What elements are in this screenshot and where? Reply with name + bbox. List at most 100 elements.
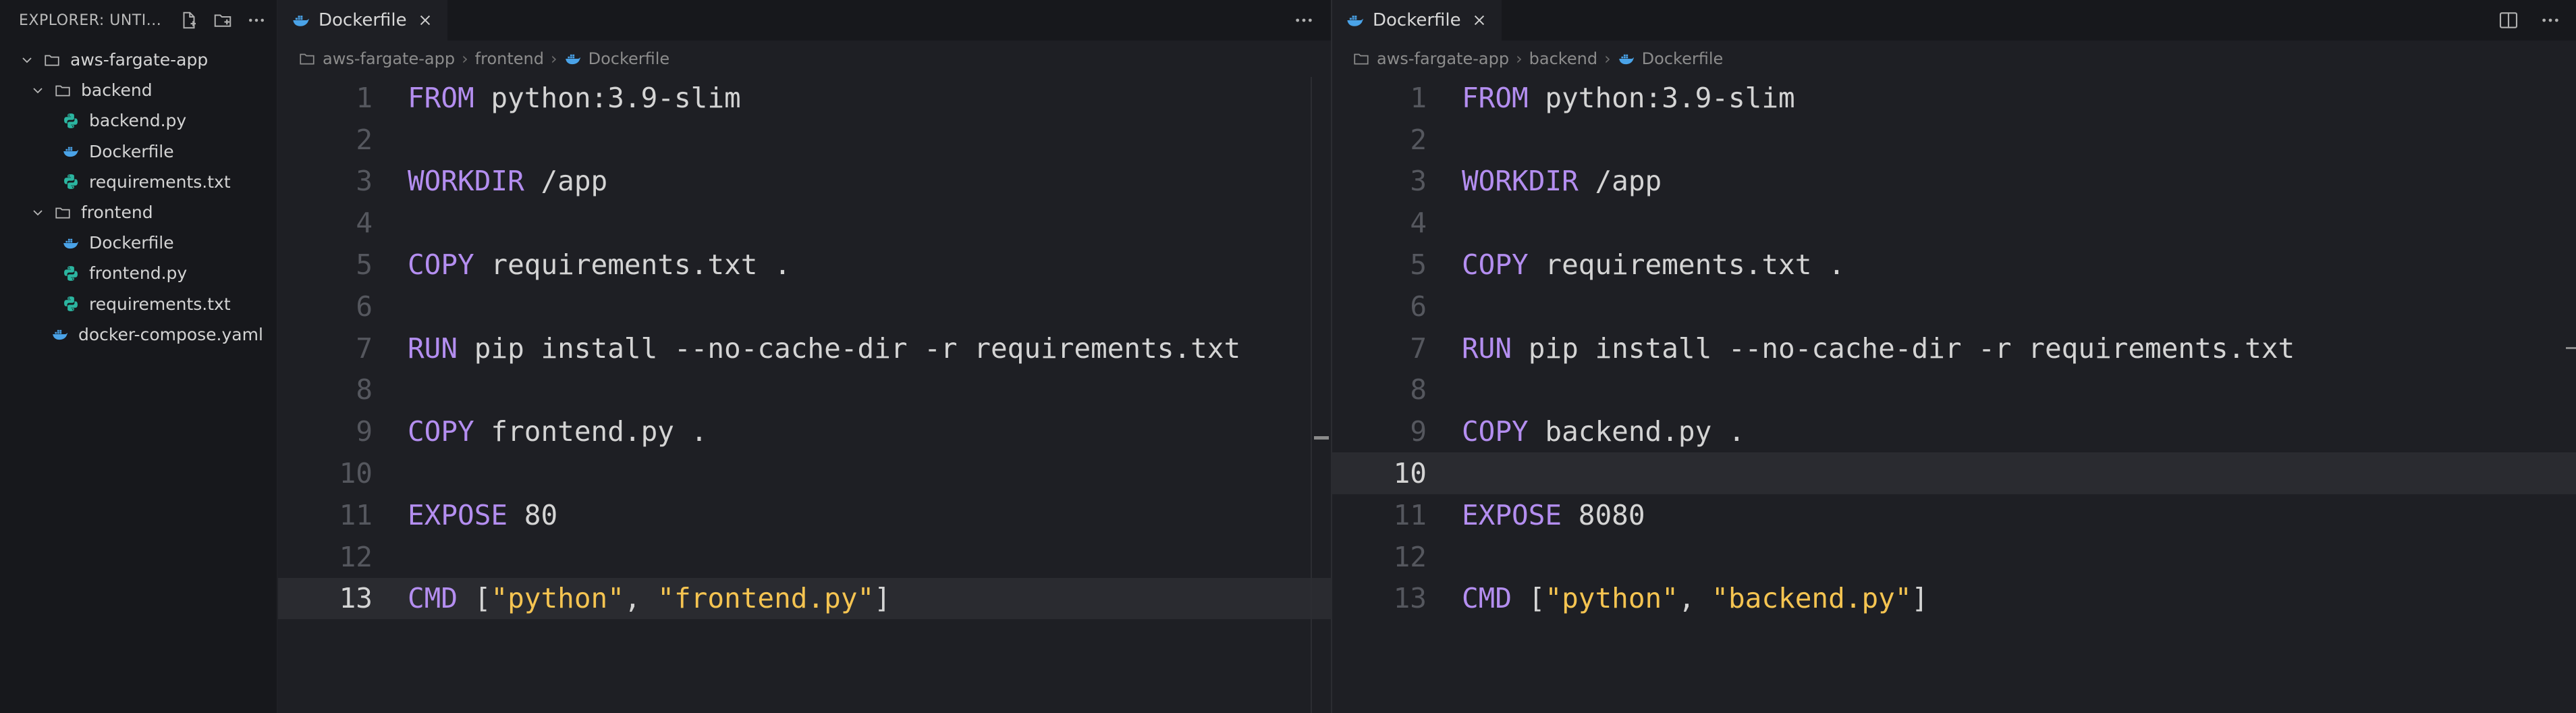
code-line[interactable]: 10 bbox=[1332, 452, 2576, 494]
tab-bar: Dockerfile bbox=[278, 0, 1331, 41]
tree-folder[interactable]: frontend bbox=[30, 197, 153, 228]
line-number: 13 bbox=[1393, 582, 1427, 615]
breadcrumb-item[interactable]: aws-fargate-app bbox=[323, 49, 455, 68]
line-number: 10 bbox=[1393, 457, 1427, 490]
code-token: requirements.txt . bbox=[1528, 248, 1845, 282]
code-editor[interactable]: 1 FROM python:3.9-slim 2 3 WORKDIR /app 4 5 COP… bbox=[278, 77, 1331, 620]
code-line[interactable]: 2 bbox=[1332, 119, 2576, 161]
code-line[interactable]: 1 FROM python:3.9-slim bbox=[278, 77, 1331, 119]
code-text: COPY backend.py . bbox=[1462, 415, 1745, 448]
new-folder-icon[interactable] bbox=[213, 10, 233, 30]
code-line[interactable]: 12 bbox=[1332, 536, 2576, 578]
code-line[interactable]: 10 bbox=[278, 452, 1331, 494]
tree-file[interactable]: backend.py bbox=[62, 105, 186, 136]
editor-group-right: Dockerfile aws-fargate-app › backend › D… bbox=[1331, 0, 2576, 713]
tree-item-label: frontend bbox=[81, 203, 153, 222]
code-line[interactable]: 8 bbox=[1332, 369, 2576, 411]
line-number: 5 bbox=[356, 248, 373, 282]
tree-item-label: docker-compose.yaml bbox=[78, 324, 263, 344]
code-line[interactable]: 8 bbox=[278, 369, 1331, 411]
breadcrumb-item[interactable]: Dockerfile bbox=[588, 49, 670, 68]
python-icon bbox=[62, 265, 80, 282]
code-line[interactable]: 6 bbox=[278, 286, 1331, 327]
line-number: 2 bbox=[356, 123, 373, 156]
chevron-right-icon: › bbox=[1604, 49, 1611, 68]
string-literal: "python" bbox=[491, 582, 624, 615]
chevron-down-icon[interactable] bbox=[30, 82, 46, 99]
chevron-down-icon[interactable] bbox=[19, 52, 35, 68]
tree-file[interactable]: frontend.py bbox=[62, 258, 187, 288]
tree-file[interactable]: Dockerfile bbox=[62, 136, 174, 167]
vertical-scrollbar[interactable] bbox=[1311, 77, 1312, 713]
code-line[interactable]: 13 CMD ["python", "frontend.py"] bbox=[278, 577, 1331, 620]
close-icon[interactable] bbox=[418, 13, 433, 28]
breadcrumb-item[interactable]: backend bbox=[1529, 49, 1597, 68]
code-token: [ bbox=[1512, 582, 1545, 615]
chevron-right-icon: › bbox=[550, 49, 557, 68]
tab-dockerfile-frontend[interactable]: Dockerfile bbox=[278, 0, 447, 41]
more-icon[interactable] bbox=[246, 10, 267, 30]
code-text: CMD ["python", "backend.py"] bbox=[1462, 582, 1928, 614]
code-token: backend.py . bbox=[1528, 415, 1745, 448]
tab-label: Dockerfile bbox=[319, 10, 407, 30]
tree-folder[interactable]: aws-fargate-app bbox=[19, 45, 208, 75]
code-token: ] bbox=[1911, 582, 1929, 615]
docker-icon bbox=[564, 50, 582, 68]
docker-icon bbox=[1346, 11, 1365, 30]
code-line[interactable]: 11 EXPOSE 8080 bbox=[1332, 494, 2576, 536]
more-icon[interactable] bbox=[2540, 9, 2561, 31]
tree-item-label: backend bbox=[81, 80, 153, 101]
tab-dockerfile-backend[interactable]: Dockerfile bbox=[1332, 0, 1502, 41]
code-token: frontend.py . bbox=[474, 415, 708, 448]
code-line[interactable]: 1 FROM python:3.9-slim bbox=[1332, 77, 2576, 119]
code-line[interactable]: 3 WORKDIR /app bbox=[1332, 161, 2576, 203]
chevron-down-icon[interactable] bbox=[30, 205, 46, 221]
code-line[interactable]: 2 bbox=[278, 119, 1331, 161]
code-line[interactable]: 5 COPY requirements.txt . bbox=[1332, 244, 2576, 286]
line-number: 2 bbox=[1410, 123, 1427, 156]
breadcrumb-item[interactable]: aws-fargate-app bbox=[1377, 49, 1509, 68]
code-line[interactable]: 7 RUN pip install --no-cache-dir -r requi… bbox=[278, 327, 1331, 369]
dockerfile-keyword: RUN bbox=[408, 332, 458, 365]
code-line[interactable]: 9 COPY frontend.py . bbox=[278, 411, 1331, 452]
line-number: 7 bbox=[356, 332, 373, 365]
code-editor[interactable]: 1 FROM python:3.9-slim 2 3 WORKDIR /app 4 5 COP… bbox=[1332, 77, 2576, 619]
code-line[interactable]: 12 bbox=[278, 536, 1331, 578]
tree-file[interactable]: requirements.txt bbox=[62, 289, 231, 319]
code-line[interactable]: 3 WORKDIR /app bbox=[278, 161, 1331, 203]
close-icon[interactable] bbox=[1472, 13, 1487, 28]
line-number: 4 bbox=[1410, 207, 1427, 240]
tree-item-label: Dockerfile bbox=[89, 233, 174, 253]
tree-file[interactable]: docker-compose.yaml bbox=[51, 319, 263, 350]
code-line[interactable]: 6 bbox=[1332, 286, 2576, 327]
split-editor-icon[interactable] bbox=[2498, 9, 2519, 31]
dockerfile-keyword: COPY bbox=[1462, 248, 1529, 282]
code-line[interactable]: 4 bbox=[278, 202, 1331, 244]
docker-icon bbox=[1618, 50, 1635, 68]
line-number: 6 bbox=[1410, 290, 1427, 323]
code-line[interactable]: 9 COPY backend.py . bbox=[1332, 411, 2576, 452]
tree-item-label: Dockerfile bbox=[89, 141, 174, 161]
line-number: 1 bbox=[1410, 81, 1427, 114]
code-line[interactable]: 4 bbox=[1332, 202, 2576, 244]
tree-file[interactable]: Dockerfile bbox=[62, 228, 174, 258]
more-icon[interactable] bbox=[1293, 9, 1315, 31]
code-line[interactable]: 5 COPY requirements.txt . bbox=[278, 244, 1331, 286]
code-token: python:3.9-slim bbox=[474, 81, 741, 114]
dockerfile-keyword: EXPOSE bbox=[1462, 498, 1562, 531]
code-line[interactable]: 7 RUN pip install --no-cache-dir -r requi… bbox=[1332, 327, 2576, 369]
code-text: COPY frontend.py . bbox=[408, 415, 707, 448]
code-text: CMD ["python", "frontend.py"] bbox=[408, 582, 891, 614]
tree-file[interactable]: requirements.txt bbox=[62, 167, 231, 197]
code-token: 80 bbox=[508, 498, 558, 531]
new-file-icon[interactable] bbox=[179, 10, 199, 30]
code-line[interactable]: 13 CMD ["python", "backend.py"] bbox=[1332, 578, 2576, 620]
tree-folder[interactable]: backend bbox=[30, 75, 153, 105]
explorer-title: EXPLORER: UNTI... bbox=[19, 11, 162, 29]
code-text: COPY requirements.txt . bbox=[408, 248, 791, 281]
breadcrumb-item[interactable]: frontend bbox=[475, 49, 544, 68]
line-number: 5 bbox=[1410, 248, 1427, 282]
dockerfile-keyword: COPY bbox=[408, 248, 474, 282]
breadcrumb-item[interactable]: Dockerfile bbox=[1642, 49, 1724, 68]
code-line[interactable]: 11 EXPOSE 80 bbox=[278, 494, 1331, 536]
